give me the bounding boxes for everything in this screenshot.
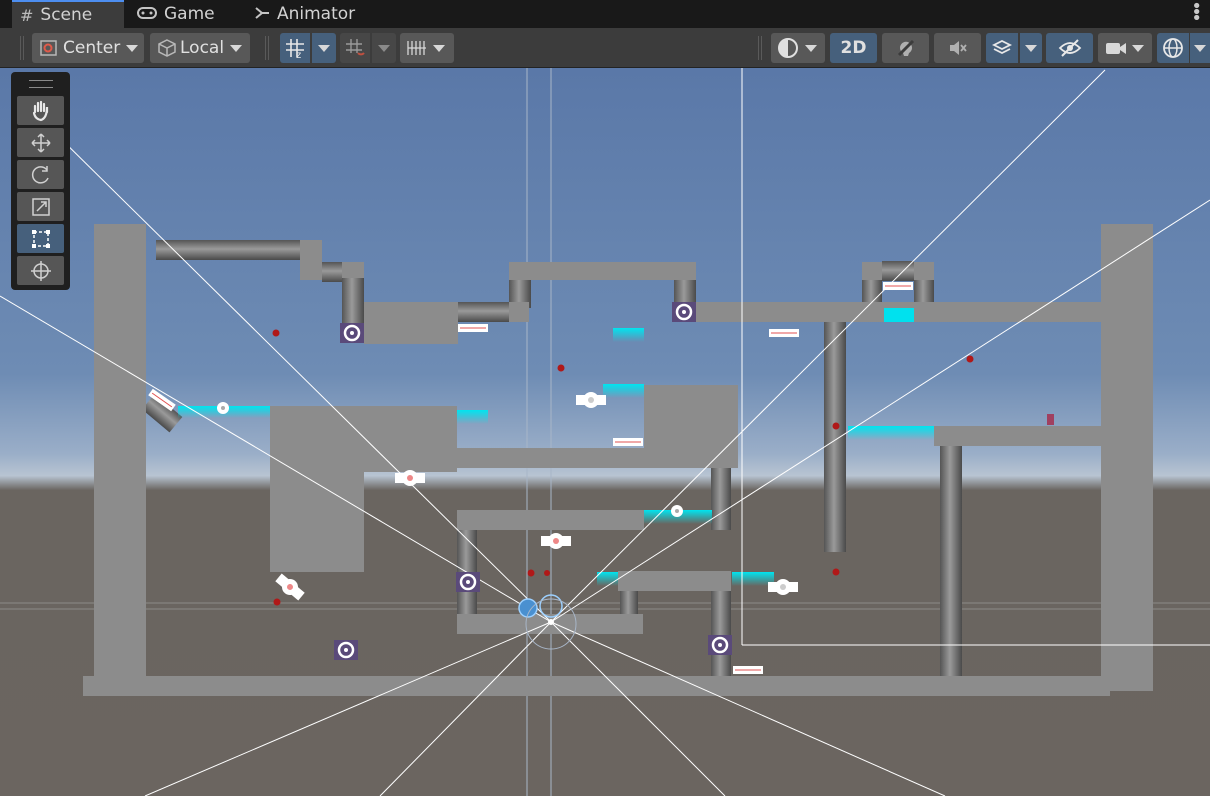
chevron-down-icon [378,44,390,52]
rotate-icon [31,165,49,184]
chevron-down-icon [318,44,330,52]
pipe[interactable] [711,466,731,530]
increment-snap-toggle[interactable] [340,33,370,63]
transform-icon [30,260,51,281]
toolbar-grip[interactable] [265,36,269,60]
grid-snap-toggle[interactable]: z [280,33,310,63]
pipe[interactable] [620,588,638,618]
move-arrows-icon [30,132,51,153]
more-options-icon[interactable]: • • • [1191,0,1202,28]
rotate-tool-button[interactable] [17,160,64,189]
tab-animator[interactable]: Animator [254,0,355,28]
overlay-drag-handle[interactable] [29,80,53,88]
pivot-dropdown[interactable]: Center [32,33,144,63]
increment-snap-dropdown[interactable] [372,33,396,63]
chevron-down-icon [1025,44,1037,52]
lightbulb-off-icon [897,39,914,57]
spring-pad[interactable] [769,329,799,337]
scene-viewport[interactable] [0,68,1210,796]
gear-icon[interactable] [217,402,229,414]
audio-mute-icon [949,41,967,55]
transform-tool-button[interactable] [17,256,64,285]
increment-snap-icon [346,39,365,56]
lighting-toggle[interactable] [882,33,929,63]
chevron-down-icon [805,44,817,52]
pivot-icon [40,40,57,56]
scale-tool-button[interactable] [17,192,64,221]
scale-icon [31,197,50,216]
gizmos-toggle[interactable] [1157,33,1189,63]
scene-canvas[interactable] [0,68,1210,796]
saw-blade-icon[interactable] [340,323,364,343]
tab-scene[interactable]: # Scene [12,0,124,28]
pipe[interactable] [940,446,962,676]
hand-tool-button[interactable] [17,96,64,125]
gizmo-globe-icon [1163,38,1183,58]
toolbar-grip[interactable] [20,36,24,60]
tab-scene-label: Scene [40,5,93,25]
audio-toggle[interactable] [934,33,981,63]
door-marker[interactable] [1047,414,1054,425]
scene-toolbar: Center Local z 2D [0,28,1210,68]
cube-icon [158,39,176,57]
camera-icon [1106,43,1126,54]
ruler-icon [407,41,426,55]
grid-snap-dropdown[interactable] [312,33,336,63]
grid-snap-icon: z [286,39,304,59]
camera-dropdown[interactable] [1098,33,1152,63]
chevron-down-icon [433,44,445,52]
gizmos-dropdown[interactable] [1190,33,1210,63]
animator-icon [254,5,270,24]
pipe[interactable] [457,302,513,322]
chevron-down-icon [126,44,139,52]
pivot-label: Center [63,38,121,58]
rect-tool-button[interactable] [17,224,64,253]
tab-game-label: Game [164,4,215,24]
scene-tools-overlay [11,72,70,290]
chevron-down-icon [1132,44,1144,52]
pipe[interactable] [156,240,306,260]
spring-pad[interactable] [458,324,488,332]
gear-icon[interactable] [671,505,683,517]
spring-pad[interactable] [613,438,643,446]
effects-dropdown[interactable] [1020,33,1042,63]
spring-pad[interactable] [733,666,763,674]
toolbar-grip[interactable] [758,36,762,60]
ruler-dropdown[interactable] [400,33,454,63]
move-tool-button[interactable] [17,128,64,157]
2d-mode-toggle[interactable]: 2D [830,33,877,63]
chevron-down-icon [1194,44,1206,52]
space-dropdown[interactable]: Local [150,33,250,63]
gamepad-icon [137,5,157,24]
saw-blade-icon[interactable] [708,635,732,655]
saw-blade-icon[interactable] [456,572,480,592]
tab-game[interactable]: Game [137,0,215,28]
saw-blade-icon[interactable] [672,302,696,322]
scene-visibility-toggle[interactable] [1046,33,1093,63]
space-label: Local [180,38,225,58]
shading-sphere-icon [778,38,798,58]
chevron-down-icon [230,44,243,52]
effects-toggle[interactable] [986,33,1018,63]
hand-icon [32,100,48,121]
pipe[interactable] [882,261,914,281]
tab-bar: # Scene Game Animator • • • [0,0,1210,28]
shading-mode-dropdown[interactable] [771,33,825,63]
eye-hidden-icon [1058,39,1081,57]
saw-blade-icon[interactable] [334,640,358,660]
spring-pad[interactable] [883,282,913,290]
hash-icon: # [20,5,34,25]
rect-transform-icon [31,229,50,248]
2d-mode-label: 2D [840,38,867,58]
pipe[interactable] [824,308,846,552]
tab-animator-label: Animator [277,4,356,24]
svg-text:z: z [296,50,301,59]
effects-layers-icon [991,39,1013,55]
pipe[interactable] [711,588,731,676]
